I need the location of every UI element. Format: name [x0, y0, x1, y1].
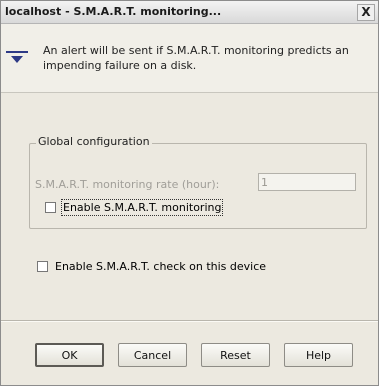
help-button[interactable]: Help: [284, 343, 353, 367]
info-banner: An alert will be sent if S.M.A.R.T. moni…: [1, 24, 378, 93]
window-title: localhost - S.M.A.R.T. monitoring...: [5, 5, 222, 18]
monitoring-rate-label: S.M.A.R.T. monitoring rate (hour):: [35, 178, 220, 191]
enable-device-check-option[interactable]: Enable S.M.A.R.T. check on this device: [37, 260, 266, 273]
enable-monitoring-checkbox[interactable]: [45, 202, 56, 213]
enable-device-check-checkbox[interactable]: [37, 261, 48, 272]
button-separator: [1, 320, 378, 322]
filter-icon: [6, 51, 28, 63]
close-button[interactable]: X: [357, 4, 375, 21]
ok-button[interactable]: OK: [35, 343, 104, 367]
enable-monitoring-label[interactable]: Enable S.M.A.R.T. monitoring: [60, 199, 224, 216]
enable-device-check-label[interactable]: Enable S.M.A.R.T. check on this device: [55, 260, 266, 273]
title-bar[interactable]: localhost - S.M.A.R.T. monitoring... X: [1, 1, 378, 24]
banner-text: An alert will be sent if S.M.A.R.T. moni…: [43, 44, 349, 72]
global-configuration-group: Global configuration S.M.A.R.T. monitori…: [29, 135, 367, 229]
reset-button[interactable]: Reset: [201, 343, 270, 367]
group-legend: Global configuration: [36, 135, 152, 148]
enable-monitoring-option[interactable]: Enable S.M.A.R.T. monitoring: [45, 199, 224, 216]
monitoring-rate-input[interactable]: [258, 173, 356, 191]
cancel-button[interactable]: Cancel: [118, 343, 187, 367]
smart-monitoring-dialog: localhost - S.M.A.R.T. monitoring... X A…: [0, 0, 379, 386]
